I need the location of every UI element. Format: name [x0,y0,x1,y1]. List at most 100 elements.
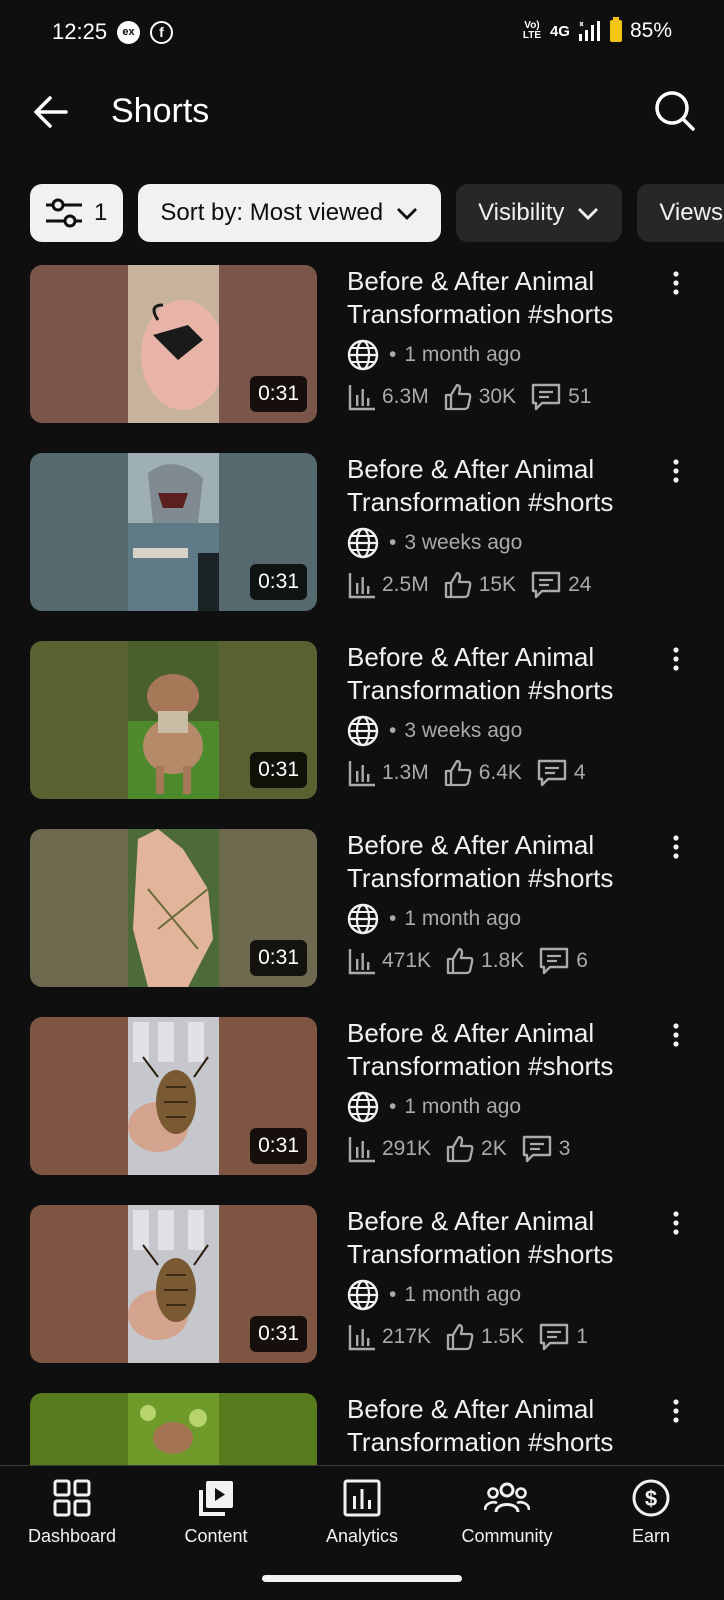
comments-stat: 24 [530,570,591,600]
comments-stat: 51 [530,382,591,412]
comment-icon [531,571,561,599]
nav-community[interactable]: Community [437,1478,577,1547]
video-row[interactable]: 0:31 Before & After Animal Transformation… [0,453,724,613]
sort-dropdown[interactable]: Sort by: Most viewed [138,184,442,242]
visibility-dropdown[interactable]: Visibility [456,184,623,242]
video-row[interactable]: 0:31 Before & After Animal Transformation… [0,641,724,801]
more-vert-icon [673,1399,679,1423]
views-dropdown[interactable]: Views [637,184,724,242]
dashboard-icon [53,1479,91,1517]
likes-stat: 6.4K [443,758,522,788]
globe-icon [347,1279,379,1311]
video-title[interactable]: Before & After Animal Transformation #sh… [347,1393,647,1459]
video-title[interactable]: Before & After Animal Transformation #sh… [347,453,647,519]
back-button[interactable] [28,88,76,136]
thumbs-up-icon [444,759,472,787]
video-title[interactable]: Before & After Animal Transformation #sh… [347,1017,647,1083]
video-row[interactable]: 0:31 Before & After Animal Transformation… [0,1205,724,1365]
likes-stat: 30K [443,382,516,412]
video-thumbnail[interactable]: 0:31 [30,641,317,799]
more-options-button[interactable] [664,1209,688,1239]
separator-dot: • [389,343,397,366]
video-row[interactable]: 0:31 Before & After Animal Transformation… [0,265,724,425]
views-count: 1.3M [382,761,429,784]
thumbs-up-icon [446,947,474,975]
views-count: 471K [382,949,432,972]
nav-label: Content [184,1526,248,1546]
views-label: Views [659,199,723,226]
upload-age: 3 weeks ago [404,719,523,742]
more-vert-icon [673,271,679,295]
video-thumbnail[interactable]: 0:31 [30,1017,317,1175]
nav-dashboard[interactable]: Dashboard [2,1478,142,1547]
more-options-button[interactable] [664,1021,688,1051]
more-vert-icon [673,1023,679,1047]
video-meta: • 1 month ago [347,339,521,371]
more-options-button[interactable] [664,645,688,675]
svg-text:$: $ [645,1486,657,1511]
globe-icon [347,715,379,747]
nav-content[interactable]: Content [146,1478,286,1547]
duration-badge: 0:31 [250,752,307,788]
video-row[interactable]: Before & After Animal Transformation #sh… [0,1393,724,1465]
comments-stat: 6 [538,946,588,976]
more-vert-icon [673,647,679,671]
video-row[interactable]: 0:31 Before & After Animal Transformation… [0,1017,724,1177]
video-thumbnail[interactable] [30,1393,317,1465]
thumbnail-image [128,641,219,799]
duration-badge: 0:31 [250,1316,307,1352]
video-title[interactable]: Before & After Animal Transformation #sh… [347,641,647,707]
globe-icon [347,527,379,559]
video-meta: • 1 month ago [347,903,521,935]
earn-icon: $ [632,1479,670,1517]
comments-count: 4 [573,761,586,784]
filter-button[interactable]: 1 [30,184,124,242]
duration-badge: 0:31 [250,940,307,976]
video-stats: 2.5M 15K 24 [348,570,605,600]
more-options-button[interactable] [664,1397,688,1427]
views-bar-chart-icon [348,949,375,975]
more-options-button[interactable] [664,457,688,487]
video-thumbnail[interactable]: 0:31 [30,453,317,611]
nav-analytics[interactable]: Analytics [292,1478,432,1547]
filter-chips: 1 Sort by: Most viewed Visibility Views [30,184,724,242]
app-header: Shorts [0,80,724,144]
page-title: Shorts [111,92,210,130]
nav-earn[interactable]: $ Earn [581,1478,721,1547]
video-thumbnail[interactable]: 0:31 [30,265,317,423]
more-options-button[interactable] [664,833,688,863]
comments-stat: 1 [538,1322,588,1352]
nav-label: Analytics [325,1526,399,1546]
search-button[interactable] [650,86,700,136]
video-thumbnail[interactable]: 0:31 [30,1205,317,1363]
comment-icon [522,1135,551,1163]
views-stat: 217K [348,1323,431,1351]
battery-percent: 85% [629,19,672,42]
video-title[interactable]: Before & After Animal Transformation #sh… [347,1205,647,1271]
filter-sliders-icon [46,198,82,228]
duration-badge: 0:31 [250,564,307,600]
views-bar-chart-icon [348,385,375,411]
separator-dot: • [389,1095,397,1118]
likes-count: 1.5K [481,1325,525,1348]
views-stat: 471K [348,947,431,975]
video-title[interactable]: Before & After Animal Transformation #sh… [347,265,647,331]
video-stats: 291K 2K 3 [348,1134,584,1164]
video-title[interactable]: Before & After Animal Transformation #sh… [347,829,647,895]
views-bar-chart-icon [348,1325,375,1351]
video-meta: • 3 weeks ago [347,715,522,747]
video-row[interactable]: 0:31 Before & After Animal Transformation… [0,829,724,989]
comment-icon [537,759,567,787]
comment-icon [531,383,561,411]
thumbnail-image [128,453,219,611]
likes-stat: 1.5K [445,1322,524,1352]
ex-notification-icon: ex [117,21,140,44]
video-meta: • 3 weeks ago [347,527,522,559]
views-stat: 1.3M [348,759,429,787]
comments-count: 51 [568,385,592,408]
upload-age: 1 month ago [404,907,522,930]
comments-count: 1 [576,1325,588,1348]
more-options-button[interactable] [664,269,688,299]
views-count: 2.5M [382,573,429,596]
video-thumbnail[interactable]: 0:31 [30,829,317,987]
